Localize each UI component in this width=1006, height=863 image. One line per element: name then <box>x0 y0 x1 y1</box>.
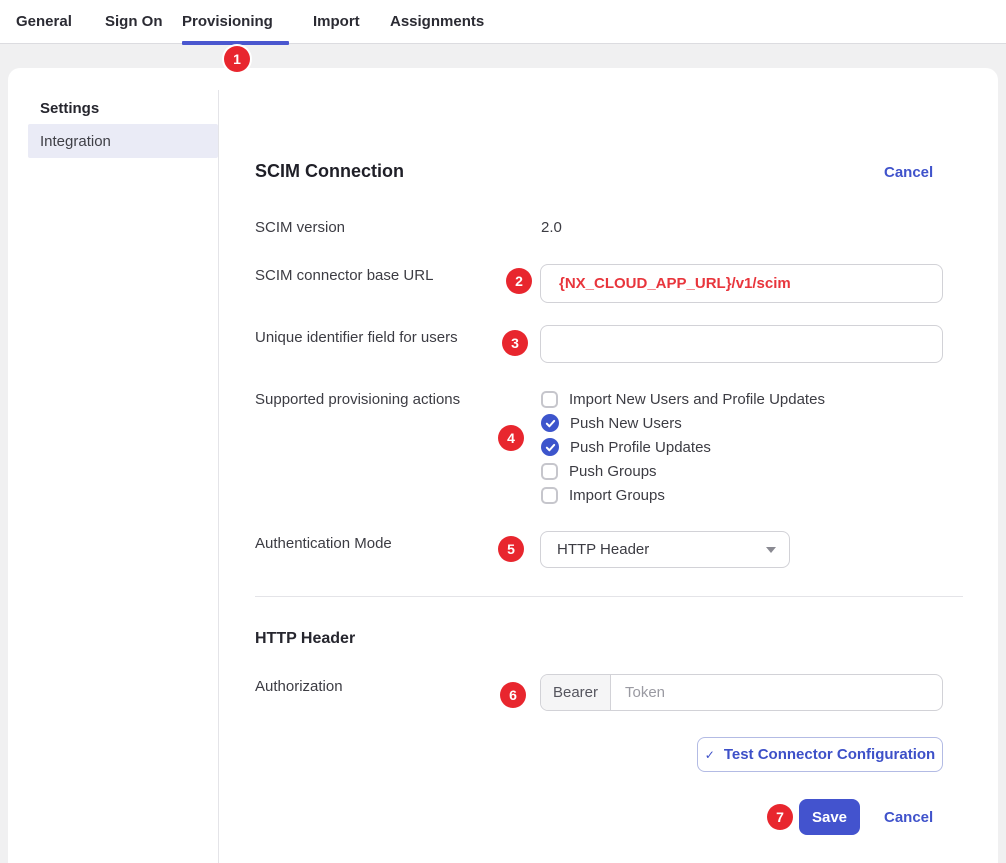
annotation-badge-2: 2 <box>506 268 532 294</box>
app-tab-bar: General Sign On Provisioning Import Assi… <box>0 0 1006 44</box>
unique-id-label: Unique identifier field for users <box>255 329 458 346</box>
base-url-input[interactable] <box>540 264 943 303</box>
tab-import[interactable]: Import <box>313 13 360 30</box>
checkbox-label: Push Profile Updates <box>570 439 711 456</box>
checkbox-unchecked-icon[interactable] <box>541 487 558 504</box>
tab-general[interactable]: General <box>16 13 72 30</box>
checkbox-row-push-profile-updates[interactable]: Push Profile Updates <box>541 437 711 457</box>
annotation-badge-1: 1 <box>224 46 250 72</box>
test-connector-label: Test Connector Configuration <box>724 746 935 763</box>
checkbox-checked-icon[interactable] <box>541 438 559 456</box>
check-icon: ✓ <box>705 748 715 762</box>
cancel-link-bottom[interactable]: Cancel <box>884 809 933 826</box>
sidebar-item-label: Integration <box>40 133 111 150</box>
annotation-badge-6: 6 <box>500 682 526 708</box>
checkbox-row-import-groups[interactable]: Import Groups <box>541 485 665 505</box>
http-header-section-title: HTTP Header <box>255 630 355 648</box>
base-url-label: SCIM connector base URL <box>255 267 433 284</box>
provisioning-actions-label: Supported provisioning actions <box>255 391 460 408</box>
cancel-link-top[interactable]: Cancel <box>884 164 933 181</box>
checkbox-label: Import Groups <box>569 487 665 504</box>
section-divider <box>255 596 963 597</box>
test-connector-configuration-button[interactable]: ✓ Test Connector Configuration <box>697 737 943 772</box>
checkbox-row-import-new-users[interactable]: Import New Users and Profile Updates <box>541 389 825 409</box>
tab-assignments[interactable]: Assignments <box>390 13 484 30</box>
annotation-badge-7: 7 <box>767 804 793 830</box>
checkbox-label: Import New Users and Profile Updates <box>569 391 825 408</box>
tab-provisioning[interactable]: Provisioning <box>182 13 273 30</box>
tab-sign-on[interactable]: Sign On <box>105 13 163 30</box>
unique-id-input[interactable] <box>540 325 943 363</box>
checkbox-row-push-new-users[interactable]: Push New Users <box>541 413 682 433</box>
authorization-label: Authorization <box>255 678 343 695</box>
annotation-badge-4: 4 <box>498 425 524 451</box>
authorization-input-group: Bearer <box>540 674 943 711</box>
scim-version-label: SCIM version <box>255 219 345 236</box>
checkbox-checked-icon[interactable] <box>541 414 559 432</box>
page-title: SCIM Connection <box>255 161 404 182</box>
chevron-down-icon <box>766 547 776 553</box>
checkbox-label: Push New Users <box>570 415 682 432</box>
sidebar-header-settings: Settings <box>40 100 99 117</box>
checkbox-unchecked-icon[interactable] <box>541 391 558 408</box>
sidebar-item-integration[interactable]: Integration <box>28 124 218 158</box>
active-tab-underline <box>182 41 289 45</box>
auth-mode-label: Authentication Mode <box>255 535 392 552</box>
auth-mode-selected-value: HTTP Header <box>557 541 649 558</box>
checkbox-label: Push Groups <box>569 463 657 480</box>
provisioning-card: Settings Integration SCIM Connection Can… <box>8 68 998 863</box>
checkbox-row-push-groups[interactable]: Push Groups <box>541 461 657 481</box>
authorization-prefix: Bearer <box>541 675 611 710</box>
scim-version-value: 2.0 <box>541 219 562 236</box>
sidebar-divider <box>218 90 219 863</box>
save-button[interactable]: Save <box>799 799 860 835</box>
token-input[interactable] <box>611 675 942 710</box>
checkbox-unchecked-icon[interactable] <box>541 463 558 480</box>
auth-mode-select[interactable]: HTTP Header <box>540 531 790 568</box>
annotation-badge-3: 3 <box>502 330 528 356</box>
annotation-badge-5: 5 <box>498 536 524 562</box>
